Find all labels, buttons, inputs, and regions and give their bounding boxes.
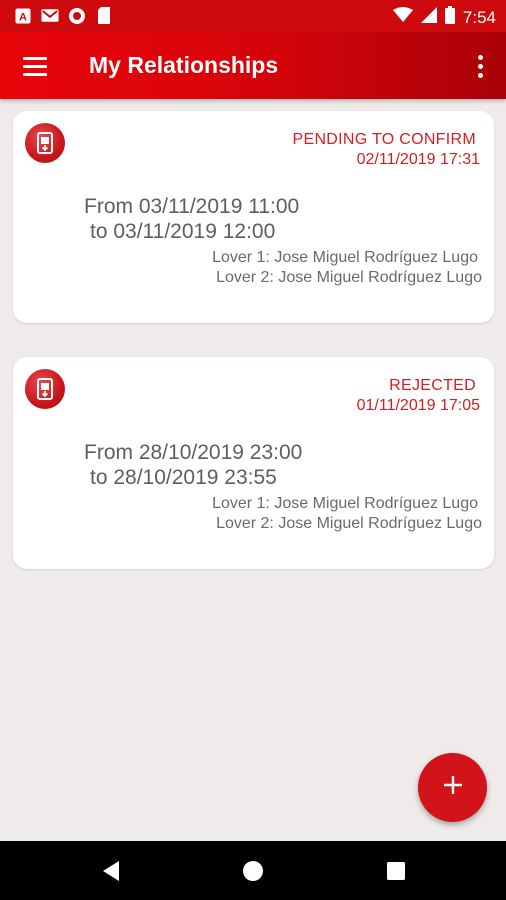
hamburger-menu-icon[interactable] [14,45,56,87]
battery-icon [444,6,455,29]
status-bar: A 7:54 [0,0,506,32]
record-icon [68,7,86,24]
app-a-icon: A [14,7,32,24]
relationship-card[interactable]: PENDING TO CONFIRM 02/11/2019 17:31 From… [13,111,494,323]
status-time: 7:54 [462,7,496,27]
range-from: From 03/11/2019 11:00 [84,195,300,218]
sd-card-icon [95,7,113,24]
more-vert-icon[interactable] [466,46,494,86]
status-badge: REJECTED [389,377,476,394]
page-title: My Relationships [89,52,279,78]
signal-icon [420,7,437,28]
range-from: From 28/10/2019 23:00 [84,441,303,464]
status-date: 02/11/2019 17:31 [356,151,480,168]
range-to: to 03/11/2019 12:00 [90,220,276,243]
back-icon[interactable] [98,858,124,884]
lover-1-label: Lover 1: Jose Miguel Rodríguez Lugo [212,249,478,266]
app-bar: My Relationships [0,32,506,99]
lover-1-label: Lover 1: Jose Miguel Rodríguez Lugo [212,495,478,512]
gmail-icon [41,7,59,24]
relationship-card[interactable]: REJECTED 01/11/2019 17:05 From 28/10/201… [13,357,494,569]
svg-text:A: A [19,11,27,23]
status-badge: PENDING TO CONFIRM [292,131,476,148]
wifi-icon [392,7,413,28]
lover-2-label: Lover 2: Jose Miguel Rodríguez Lugo [216,515,482,532]
status-date: 01/11/2019 17:05 [356,397,480,414]
relationship-doc-icon [25,369,65,409]
relationship-doc-icon [25,123,65,163]
system-nav-bar [0,841,506,900]
range-to: to 28/10/2019 23:55 [90,466,277,489]
lover-2-label: Lover 2: Jose Miguel Rodríguez Lugo [216,269,482,286]
home-icon[interactable] [240,858,266,884]
recents-icon[interactable] [383,858,409,884]
plus-icon [443,775,463,800]
add-relationship-button[interactable] [418,753,487,822]
